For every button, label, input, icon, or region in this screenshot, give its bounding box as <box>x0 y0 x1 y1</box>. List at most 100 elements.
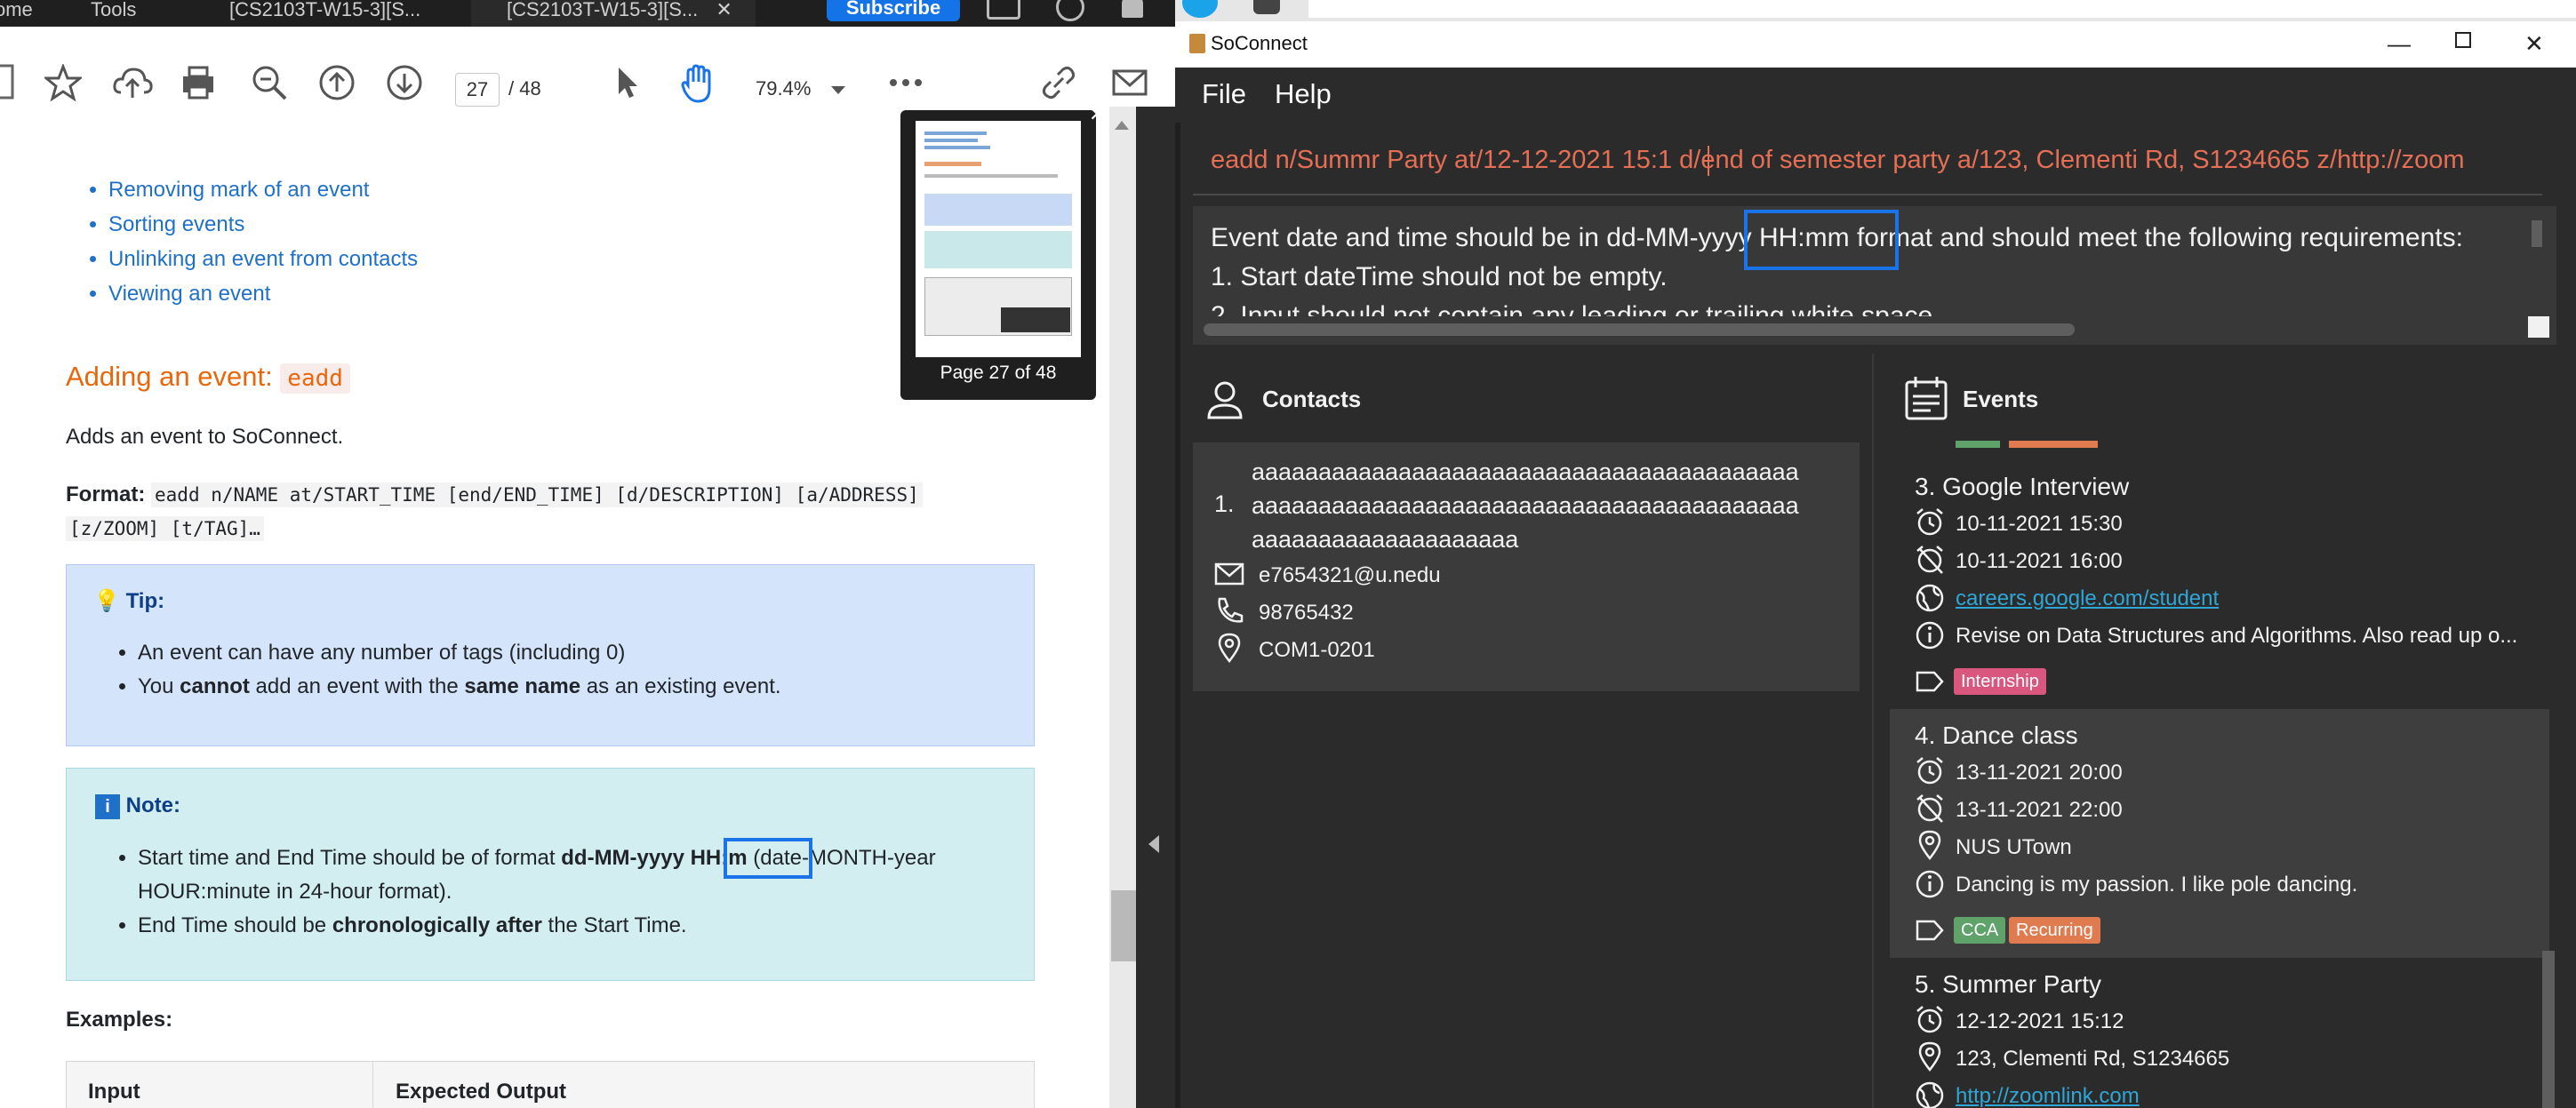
event-4-description: Dancing is my passion. I like pole danci… <box>1956 873 2358 897</box>
table-header-output: Expected Output <box>396 1080 567 1104</box>
zoom-search-icon[interactable] <box>251 64 288 101</box>
end-alarm-off-icon <box>1916 794 1943 823</box>
location-pin-icon <box>1218 633 1241 663</box>
pane-divider <box>1872 354 1874 1108</box>
contact-email: e7654321@u.nedu <box>1259 563 1441 587</box>
mail-icon[interactable] <box>1111 64 1148 101</box>
note-2-part-c: the Start Time. <box>541 913 687 937</box>
background-window-bar <box>1308 0 2576 18</box>
help-icon[interactable] <box>1056 0 1084 21</box>
menu-file[interactable]: File <box>1202 78 1246 110</box>
start-alarm-clock-icon <box>1916 508 1943 536</box>
tab-home[interactable]: ome <box>0 0 33 27</box>
event-5-title[interactable]: 5. Summer Party <box>1915 970 2101 999</box>
note-list: Start time and End Time should be of for… <box>138 841 1027 943</box>
window-divider <box>1175 0 1180 1108</box>
tip-2-part-b: cannot <box>180 674 250 698</box>
command-input[interactable]: eadd n/Summr Party at/12-12-2021 15:1 d/… <box>1211 146 2465 175</box>
contact-name: aaaaaaaaaaaaaaaaaaaaaaaaaaaaaaaaaaaaaaaa… <box>1252 455 1799 556</box>
zoom-level[interactable]: 79.4% <box>756 77 811 100</box>
contact-phone: 98765432 <box>1259 601 1354 625</box>
cloud-upload-icon[interactable] <box>112 64 153 101</box>
event-5-address: 123, Clementi Rd, S1234665 <box>1956 1047 2230 1071</box>
text-cursor <box>1708 146 1709 176</box>
examples-table: Input Expected Output <box>66 1061 1035 1108</box>
hidden-tag-cca <box>1956 441 2000 448</box>
location-pin-icon <box>1918 830 1941 860</box>
menu-bar <box>1175 68 2576 123</box>
start-alarm-clock-icon <box>1916 757 1943 785</box>
event-3-end: 10-11-2021 16:00 <box>1956 549 2123 573</box>
tab-document-2-label: [CS2103T-W15-3][S... <box>507 0 699 20</box>
contact-address: COM1-0201 <box>1259 638 1375 662</box>
events-scrollbar[interactable] <box>2542 951 2555 1108</box>
page-thumbnail[interactable] <box>916 121 1081 357</box>
viewer-tab-bar: ome Tools [CS2103T-W15-3][S... [CS2103T-… <box>0 0 1175 27</box>
info-icon: i <box>95 793 120 819</box>
tip-2-part-c: add an event with the <box>249 674 465 698</box>
notification-bell-icon[interactable] <box>1122 0 1143 18</box>
collapse-arrow-icon[interactable] <box>1148 835 1161 853</box>
globe-icon <box>1916 584 1944 612</box>
page-number-input[interactable]: 27 <box>455 73 500 107</box>
more-options-icon[interactable] <box>887 64 924 101</box>
tab-document-1[interactable]: [CS2103T-W15-3][S... <box>229 0 420 27</box>
tab-tools[interactable]: Tools <box>91 0 136 27</box>
maximize-icon[interactable] <box>2455 32 2471 48</box>
page-up-icon[interactable] <box>318 64 356 101</box>
result-horizontal-scrollbar[interactable] <box>1204 323 2075 336</box>
window-close-icon[interactable]: ✕ <box>2524 30 2544 58</box>
event-3-zoom-link[interactable]: careers.google.com/student <box>1956 586 2219 611</box>
table-header-input: Input <box>88 1080 140 1104</box>
app-title: SoConnect <box>1211 32 1308 54</box>
contact-card[interactable]: 1. aaaaaaaaaaaaaaaaaaaaaaaaaaaaaaaaaaaaa… <box>1193 442 1860 691</box>
minimize-icon[interactable]: — <box>2388 30 2411 58</box>
thumbnail-close-icon[interactable]: ✕ <box>1089 103 1105 126</box>
event-4-title[interactable]: 4. Dance class <box>1915 721 2078 750</box>
note-title: i Note: <box>95 793 180 819</box>
page-down-icon[interactable] <box>386 64 423 101</box>
note-2-part-b: chronologically after <box>332 913 542 937</box>
contacts-header: Contacts <box>1262 386 1362 412</box>
select-cursor-icon[interactable] <box>613 64 640 101</box>
tip-title-text: Tip: <box>125 589 165 613</box>
toc-link-viewing-event[interactable]: Viewing an event <box>108 282 418 307</box>
tip-2-part-d: same name <box>464 674 581 698</box>
menu-help[interactable]: Help <box>1275 78 1332 110</box>
event-5-zoom-link[interactable]: http://zoomlink.com <box>1956 1084 2140 1108</box>
link-edit-icon[interactable] <box>1040 64 1077 101</box>
description-info-icon <box>1916 621 1944 650</box>
subscribe-button[interactable]: Subscribe <box>827 0 960 21</box>
tab-document-2[interactable]: [CS2103T-W15-3][S... ✕ <box>471 0 756 27</box>
result-vertical-scrollbar[interactable] <box>2532 220 2542 247</box>
page-total: / 48 <box>508 77 541 100</box>
note-1-part-a: Start time and End Time should be of for… <box>138 846 562 870</box>
note-item-2: End Time should be chronologically after… <box>138 909 1027 943</box>
share-icon[interactable] <box>987 0 1020 20</box>
bookmark-star-icon[interactable] <box>44 64 82 101</box>
highlight-box-result <box>1744 210 1899 270</box>
toc-link-removing-mark[interactable]: Removing mark of an event <box>108 178 418 203</box>
toc-link-unlinking-event[interactable]: Unlinking an event from contacts <box>108 247 418 272</box>
document-scroll-thumb[interactable] <box>1111 890 1136 961</box>
tab-close-icon[interactable]: ✕ <box>716 0 732 20</box>
event-3-title[interactable]: 3. Google Interview <box>1915 473 2129 501</box>
hidden-tag-recurring <box>2009 441 2098 448</box>
phone-icon <box>1218 597 1244 623</box>
hand-tool-icon[interactable] <box>679 64 716 103</box>
section-description: Adds an event to SoConnect. <box>66 425 344 449</box>
background-window-strip <box>1175 0 2576 21</box>
pdf-viewer: ome Tools [CS2103T-W15-3][S... [CS2103T-… <box>0 0 1175 1108</box>
event-4-end: 13-11-2021 22:00 <box>1956 798 2123 822</box>
scroll-up-icon[interactable] <box>1113 119 1131 132</box>
toc-link-sorting-events[interactable]: Sorting events <box>108 212 418 237</box>
zoom-dropdown-icon[interactable] <box>831 84 845 100</box>
note-1-part-d: HOUR:minute in 24-hour format). <box>138 880 452 904</box>
page-icon[interactable] <box>0 64 14 100</box>
tip-item-2: You cannot add an event with the same na… <box>138 670 781 704</box>
print-icon[interactable] <box>180 64 217 101</box>
thumbnail-page-label: Page 27 of 48 <box>940 363 1057 383</box>
note-title-text: Note: <box>125 793 180 817</box>
event-3-start: 10-11-2021 15:30 <box>1956 512 2123 536</box>
note-1-part-b: dd-MM-yyyy HH:m <box>561 846 748 870</box>
